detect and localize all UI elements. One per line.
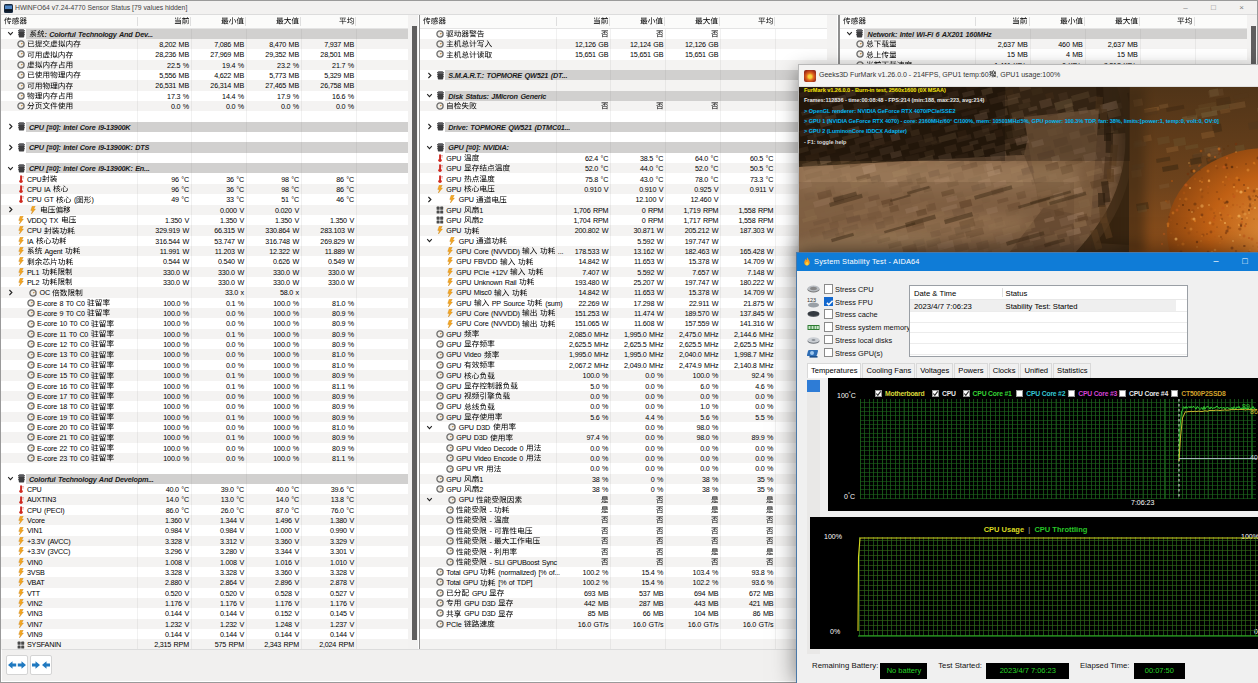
svg-text:123: 123 xyxy=(807,297,816,303)
